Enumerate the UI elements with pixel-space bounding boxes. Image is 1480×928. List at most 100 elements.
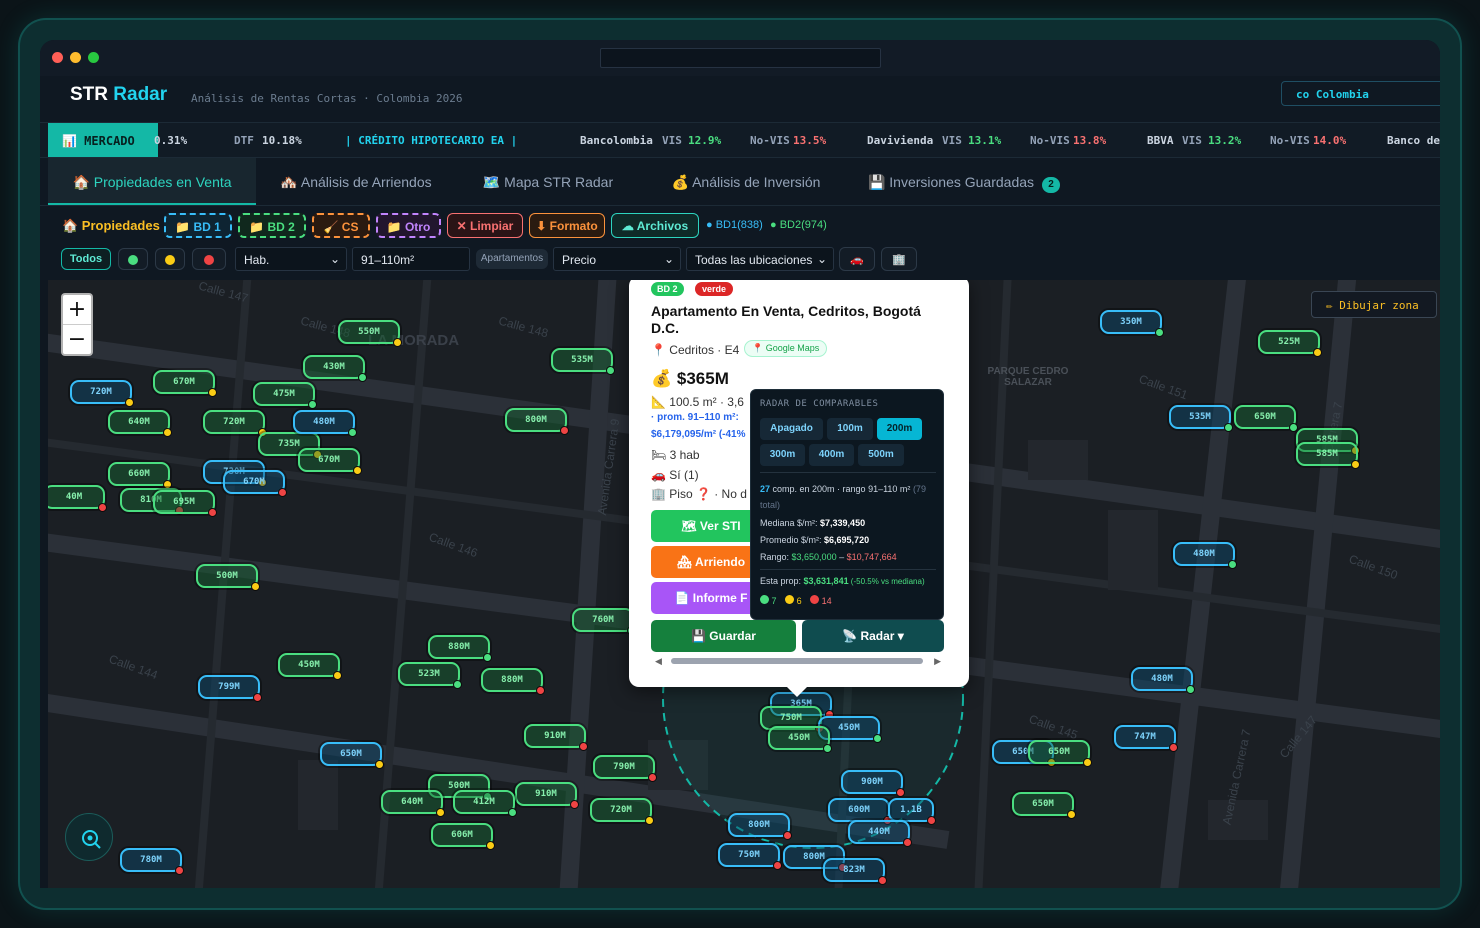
google-maps-link[interactable]: 📍 Google Maps [744,340,828,357]
tab-analisis-arriendos[interactable]: 🏘️ Análisis de Arriendos [256,158,456,205]
map-price-pin[interactable]: 40M [48,485,107,512]
map-price-pin[interactable]: 535M [1169,405,1233,432]
map-price-pin[interactable]: 823M [823,858,887,885]
map-price-pin[interactable]: 650M [320,742,384,769]
hab-select[interactable]: Hab. ⌄ [235,247,347,271]
radar-option-apagado[interactable]: Apagado [760,418,823,440]
parking-filter-icon[interactable]: 🚗 [839,247,875,271]
radar-option-200m[interactable]: 200m [877,418,922,440]
map-price-pin[interactable]: 695M [153,490,217,517]
map-price-pin[interactable]: 600M [828,798,892,825]
bd1-button[interactable]: 📁 BD 1 [164,213,232,238]
map-price-pin[interactable]: 790M [593,755,657,782]
map-price-pin[interactable]: 760M [572,608,636,635]
tab-analisis-inversion[interactable]: 💰 Análisis de Inversión [640,158,852,205]
map-price-pin[interactable]: 799M [198,675,262,702]
draw-zone-button[interactable]: ✏ Dibujar zona [1311,291,1437,318]
zoom-out-button[interactable]: − [63,325,91,355]
zoom-in-button[interactable]: + [63,295,91,325]
map-price-pin[interactable]: 500M [196,564,260,591]
scroll-thumb[interactable] [671,658,923,664]
map-price-pin[interactable]: 640M [108,410,172,437]
map-price-pin[interactable]: 412M [453,790,517,817]
map-price-pin[interactable]: 525M [1258,330,1322,357]
map-price-pin[interactable]: 585M [1296,442,1360,469]
map-price-pin[interactable]: 670M [153,370,217,397]
vis-label: VIS [942,134,962,147]
map-price-pin[interactable]: 640M [381,790,445,817]
map-price-pin[interactable]: 910M [515,782,579,809]
map-price-pin[interactable]: 750M [718,843,782,870]
filter-red[interactable] [192,248,226,270]
app-header: STR Radar Análisis de Rentas Cortas · Co… [40,76,1440,122]
otro-button[interactable]: 📁 Otro [376,213,441,238]
map-price-pin[interactable]: 720M [70,380,134,407]
country-selector[interactable]: co Colombia [1281,81,1440,106]
map-price-pin[interactable]: 880M [481,668,545,695]
map-price-pin[interactable]: 900M [841,770,905,797]
formato-button[interactable]: ⬇ Formato [529,213,605,238]
map-price-pin[interactable]: 800M [728,813,792,840]
map-price-pin[interactable]: 780M [120,848,184,875]
map-price-pin[interactable]: 720M [590,798,654,825]
radar-button[interactable]: 📡 Radar ▾ [802,620,944,652]
scroll-right-icon[interactable]: ▶ [934,656,941,667]
map-price-pin[interactable]: 480M [293,410,357,437]
map-price-pin[interactable]: 670M [298,448,362,475]
filter-yellow[interactable] [155,248,185,270]
price-select[interactable]: Precio ⌄ [553,247,681,271]
archivos-button[interactable]: ☁ Archivos [611,213,699,238]
tab-mapa-str-radar[interactable]: 🗺️ Mapa STR Radar [456,158,640,205]
map-price-pin[interactable]: 430M [303,355,367,382]
bd2-button[interactable]: 📁 BD 2 [238,213,306,238]
address-bar[interactable] [600,48,881,68]
map-price-pin[interactable]: 720M [203,410,267,437]
map-price-pin[interactable]: 535M [551,348,615,375]
property-map[interactable]: LA MORADA PARQUE CEDRO SALAZAR Calle 147… [48,280,1440,888]
map-price-pin[interactable]: 670M [223,470,287,497]
radar-option-100m[interactable]: 100m [827,418,873,440]
cs-button[interactable]: 🧹 CS [312,213,370,238]
area-input[interactable]: 91–110m² [352,247,470,271]
map-price-pin[interactable]: 523M [398,662,462,689]
map-price-pin[interactable]: 650M [1234,405,1298,432]
todos-filter[interactable]: Todos [61,248,111,270]
map-price-pin[interactable]: 475M [253,382,317,409]
limpiar-button[interactable]: ✕ Limpiar [447,213,523,238]
tab-propiedades-venta[interactable]: 🏠 Propiedades en Venta [48,158,256,205]
close-window-icon[interactable] [52,52,63,63]
scroll-left-icon[interactable]: ◀ [655,656,662,667]
map-price-pin[interactable]: 450M [768,726,832,753]
locate-button[interactable] [65,813,113,861]
radar-option-400m[interactable]: 400m [809,444,854,466]
filter-green[interactable] [118,248,148,270]
map-price-pin[interactable]: 450M [278,653,342,680]
minimize-window-icon[interactable] [70,52,81,63]
map-price-pin[interactable]: 350M [1100,310,1164,337]
maximize-window-icon[interactable] [88,52,99,63]
map-price-pin[interactable]: 606M [431,823,495,850]
map-price-pin[interactable]: 747M [1114,725,1178,752]
building-filter-icon[interactable]: 🏢 [881,247,917,271]
type-filter[interactable]: Apartamentos [476,249,548,269]
map-price-pin[interactable]: 440M [848,820,912,847]
map-price-pin[interactable]: 910M [524,724,588,751]
map-price-pin[interactable]: 650M [1012,792,1076,819]
map-price-pin[interactable]: 650M [1028,740,1092,767]
map-price-pin[interactable]: 800M [505,408,569,435]
tab-inversiones-guardadas[interactable]: 💾 Inversiones Guardadas 2 [852,158,1076,205]
status-dot-icon [375,760,384,769]
map-price-pin[interactable]: 480M [1131,667,1195,694]
status-dot-icon [536,686,545,695]
pin-label: 670M [243,477,265,487]
radar-option-300m[interactable]: 300m [760,444,805,466]
map-price-pin[interactable]: 880M [428,635,492,662]
map-price-pin[interactable]: 480M [1173,542,1237,569]
map-price-pin[interactable]: 550M [338,320,402,347]
map-price-pin[interactable]: 1.1B [888,798,936,825]
map-price-pin[interactable]: 660M [108,462,172,489]
location-select[interactable]: Todas las ubicaciones ⌄ [686,247,834,271]
guardar-button[interactable]: 💾 Guardar [651,620,796,652]
popup-scrollbar[interactable]: ◀ ▶ [655,656,941,666]
radar-option-500m[interactable]: 500m [858,444,904,466]
